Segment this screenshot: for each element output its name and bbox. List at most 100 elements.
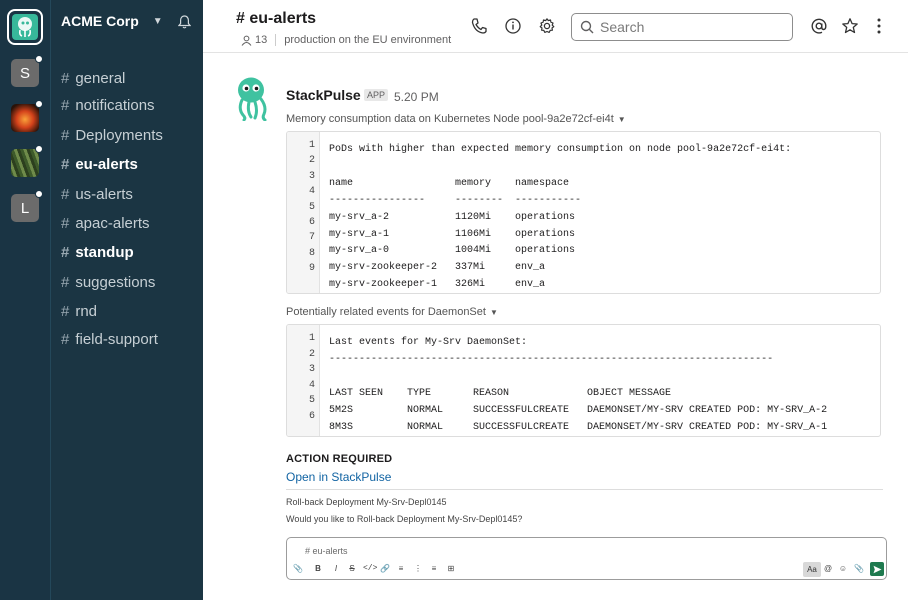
workspace-l[interactable]: L — [11, 194, 39, 222]
mentions-icon[interactable] — [810, 17, 828, 35]
mention-icon[interactable]: @ — [823, 564, 833, 573]
stackpulse-avatar-icon[interactable] — [234, 77, 270, 121]
code-line: my-srv_a-0 1004Mi operations — [329, 245, 576, 257]
gear-icon[interactable] — [538, 17, 556, 35]
info-icon[interactable] — [504, 17, 522, 35]
code-line: my-srv_a-1 1106Mi operations — [329, 228, 576, 240]
numbered-list-icon[interactable]: ≡ — [396, 564, 406, 573]
hash-icon: # — [61, 186, 70, 203]
app-badge: APP — [364, 89, 389, 101]
phone-icon[interactable] — [470, 17, 488, 35]
search-icon — [580, 20, 594, 34]
channel-label: Deployments — [75, 127, 163, 144]
send-icon — [873, 565, 881, 573]
code-line: Last events for My-Srv DaemonSet: — [329, 337, 528, 348]
hash-icon: # — [61, 244, 70, 261]
workspace-letter: L — [20, 199, 30, 217]
channel-title[interactable]: # eu-alerts — [236, 10, 316, 28]
divider — [286, 489, 883, 490]
italic-icon[interactable]: I — [331, 564, 341, 573]
line-number: 5 — [308, 201, 315, 213]
bold-icon[interactable]: B — [313, 564, 323, 573]
sidebar-item-apac-alerts[interactable]: # apac-alerts — [61, 215, 150, 232]
code-icon[interactable]: </> — [363, 564, 377, 573]
line-number-gutter: 1 2 3 4 5 6 — [287, 325, 320, 436]
workspace-s[interactable]: S — [11, 59, 39, 87]
hash-icon: # — [61, 127, 70, 144]
star-icon[interactable] — [841, 17, 859, 35]
sidebar-item-suggestions[interactable]: # suggestions — [61, 274, 155, 291]
sidebar-item-eu-alerts[interactable]: # eu-alerts — [61, 156, 138, 173]
section-title-events[interactable]: Potentially related events for DaemonSet… — [286, 306, 498, 318]
emoji-icon[interactable]: ☺ — [838, 564, 848, 573]
line-number: 3 — [308, 364, 315, 376]
quote-icon[interactable]: ≡ — [429, 564, 439, 573]
sidebar-item-field-support[interactable]: # field-support — [61, 331, 158, 348]
channel-label: rnd — [75, 303, 98, 320]
composer-input[interactable]: # eu-alerts — [305, 546, 348, 556]
stackpulse-logo-icon — [12, 14, 38, 40]
workspace-acme[interactable] — [7, 9, 43, 45]
workspace-rail: S L — [0, 0, 50, 600]
section-title-text: Potentially related events for DaemonSet — [286, 306, 486, 318]
section-title-memory[interactable]: Memory consumption data on Kubernetes No… — [286, 113, 626, 125]
line-number: 9 — [308, 263, 315, 275]
forest-avatar-icon[interactable] — [11, 149, 39, 177]
channel-topic[interactable]: production on the EU environment — [284, 34, 451, 46]
hash-icon: # — [61, 215, 70, 232]
action-required-label: ACTION REQUIRED — [286, 453, 393, 465]
more-vertical-icon[interactable] — [870, 17, 888, 35]
code-line: 8M3S NORMAL SUCCESSFULCREATE DAEMONSET/M… — [329, 421, 828, 433]
code-line: my-srv-zookeeper-2 337Mi env_a — [329, 262, 546, 274]
caret-down-icon: ▼ — [489, 308, 498, 317]
line-number: 4 — [308, 379, 315, 391]
channel-label: apac-alerts — [75, 215, 150, 232]
code-line: PoDs with higher than expected memory co… — [329, 144, 792, 155]
attach-file-icon[interactable]: 📎 — [854, 564, 864, 573]
hash-icon: # — [61, 331, 70, 348]
sidebar-item-deployments[interactable]: # Deployments — [61, 127, 163, 144]
workspace-menu[interactable]: ACME Corp ▼ — [61, 13, 163, 29]
code-line: ---------------- -------- ----------- — [329, 194, 582, 206]
channel-label: us-alerts — [75, 186, 133, 203]
hash-icon: # — [61, 70, 70, 87]
search-input[interactable] — [600, 19, 780, 35]
message-timestamp[interactable]: 5.20 PM — [394, 90, 439, 104]
sidebar-item-general[interactable]: # general — [61, 70, 125, 87]
hash-icon: # — [61, 97, 70, 114]
unread-dot — [35, 55, 43, 63]
code-line: 5M2S NORMAL SUCCESSFULCREATE DAEMONSET/M… — [329, 404, 828, 416]
code-block-memory: 1 2 3 4 5 6 7 8 9 PoDs with higher than expected… — [286, 131, 881, 294]
divider — [275, 34, 277, 46]
strikethrough-icon[interactable]: S — [347, 564, 357, 573]
code-block-events: 1 2 3 4 5 6 Last events for My-Srv DaemonSet:… — [286, 324, 881, 437]
sidebar-item-notifications[interactable]: # notifications — [61, 97, 155, 114]
send-button[interactable] — [870, 562, 884, 576]
search-box[interactable] — [571, 13, 793, 41]
sidebar-item-us-alerts[interactable]: # us-alerts — [61, 186, 133, 203]
bell-icon[interactable] — [178, 15, 191, 29]
message-sender[interactable]: StackPulse — [286, 87, 361, 103]
message-composer[interactable]: # eu-alerts 📎 B I S </> 🔗 ≡ ⋮ ≡ ⊞ Aa @ ☺… — [286, 537, 887, 580]
link-icon[interactable]: 🔗 — [380, 564, 390, 573]
channel-label: suggestions — [75, 274, 156, 291]
member-icon[interactable] — [241, 35, 252, 46]
formatting-toggle[interactable]: Aa — [803, 562, 821, 577]
attach-icon[interactable]: 📎 — [293, 564, 303, 573]
unread-dot — [35, 100, 43, 108]
sidebar-item-standup[interactable]: # standup — [61, 244, 134, 261]
member-count[interactable]: 13 — [255, 34, 267, 46]
open-in-stackpulse-link[interactable]: Open in StackPulse — [286, 470, 391, 484]
code-block-icon[interactable]: ⊞ — [446, 564, 456, 573]
fire-avatar-icon[interactable] — [11, 104, 39, 132]
line-number: 5 — [308, 395, 315, 407]
channel-label: general — [75, 70, 126, 87]
channel-label: notifications — [75, 97, 155, 114]
bullet-list-icon[interactable]: ⋮ — [413, 564, 423, 573]
unread-dot — [35, 190, 43, 198]
sidebar-item-rnd[interactable]: # rnd — [61, 303, 97, 320]
line-number: 2 — [308, 155, 315, 167]
line-number: 1 — [308, 140, 315, 151]
code-line: my-srv_a-2 1120Mi operations — [329, 211, 576, 223]
line-number: 8 — [308, 247, 315, 259]
